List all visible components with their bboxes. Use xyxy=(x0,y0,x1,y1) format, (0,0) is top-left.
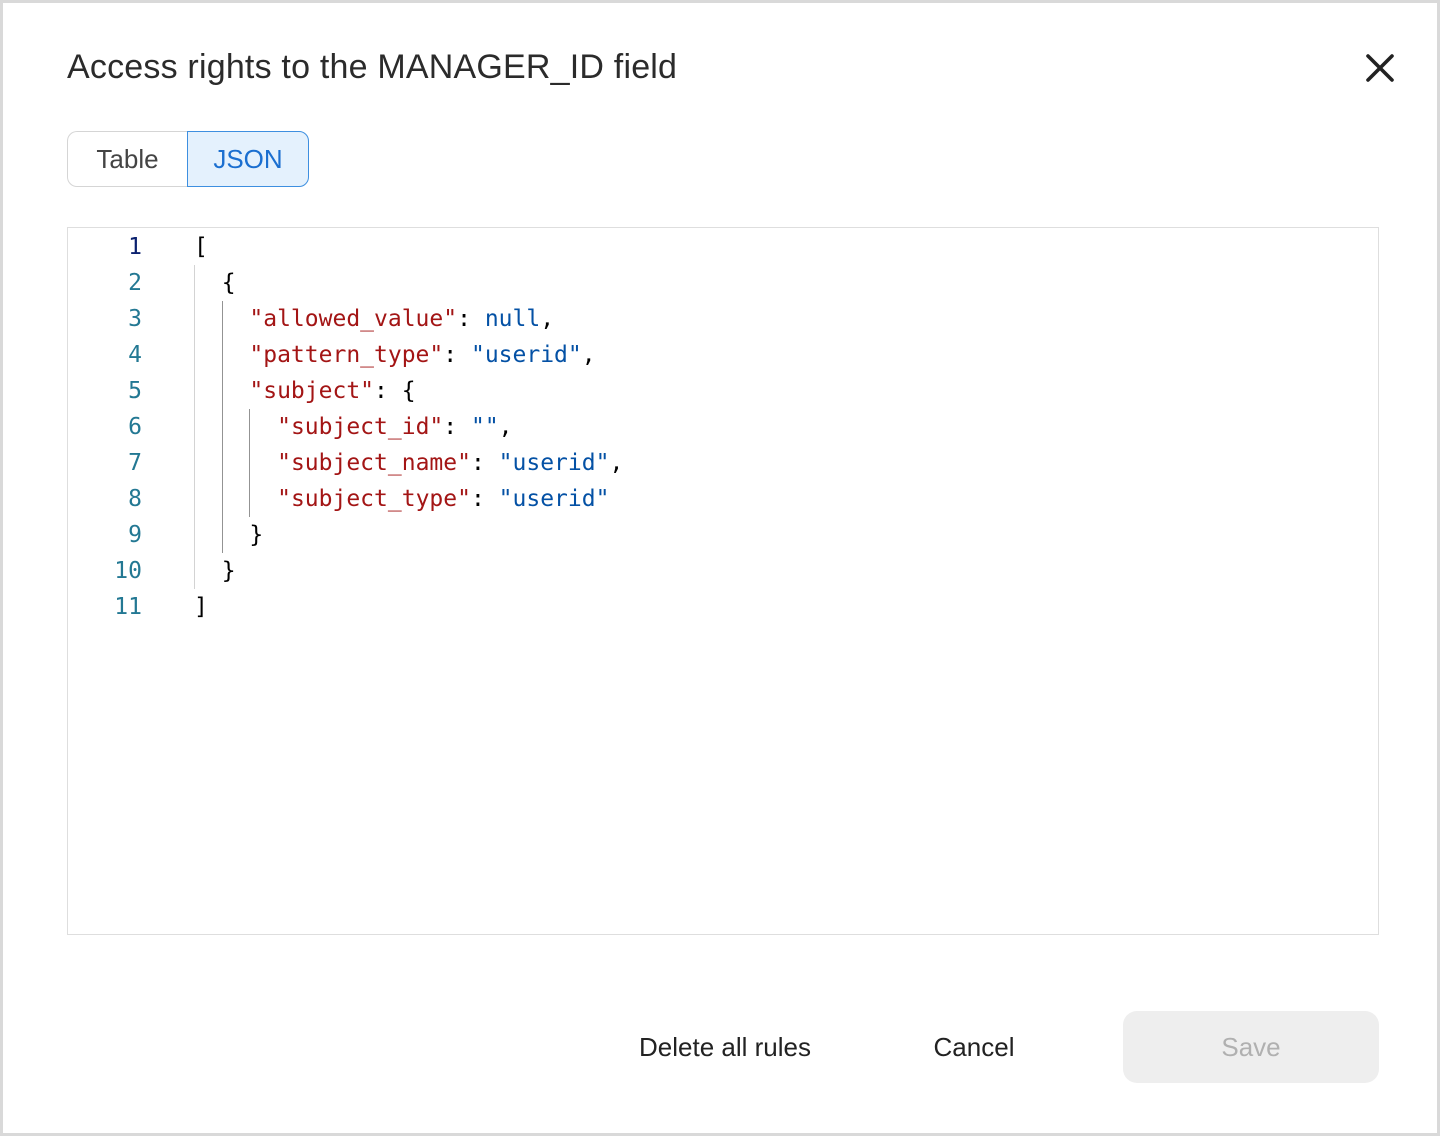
line-number: 8 xyxy=(128,486,142,512)
code-line: { xyxy=(194,265,236,301)
line-number: 9 xyxy=(128,522,142,548)
save-button[interactable]: Save xyxy=(1123,1011,1379,1083)
json-string: "userid" xyxy=(498,486,610,512)
json-punctuation: , xyxy=(498,414,513,440)
json-punctuation: : xyxy=(470,486,499,512)
indent-guide xyxy=(249,409,251,517)
json-punctuation xyxy=(194,414,277,440)
json-punctuation: : xyxy=(470,450,499,476)
code-line: "subject": { xyxy=(194,373,416,409)
delete-all-rules-button[interactable]: Delete all rules xyxy=(615,1011,835,1083)
indent-guide xyxy=(194,265,195,589)
code-line: "pattern_type": "userid", xyxy=(194,337,596,373)
json-punctuation: : xyxy=(457,306,485,332)
json-punctuation: [ xyxy=(194,234,208,260)
code-line: ] xyxy=(194,589,208,625)
json-punctuation: : { xyxy=(374,378,416,404)
code-line: "subject_id": "", xyxy=(194,409,513,445)
line-number: 1 xyxy=(128,234,142,260)
view-toggle: Table JSON xyxy=(67,131,309,187)
json-key: "allowed_value" xyxy=(249,306,458,332)
json-punctuation: ] xyxy=(194,594,208,620)
code-line: } xyxy=(194,517,263,553)
json-string: "userid" xyxy=(470,342,582,368)
code-line: "subject_type": "userid" xyxy=(194,481,609,517)
json-punctuation: } xyxy=(194,558,236,584)
json-string: "userid" xyxy=(498,450,610,476)
json-punctuation: : xyxy=(443,342,471,368)
line-number: 3 xyxy=(128,306,142,332)
json-punctuation xyxy=(194,450,277,476)
json-editor[interactable]: 1 2 3 4 5 6 7 8 9 10 11 [ { "allowed_value": null,… xyxy=(67,227,1379,935)
line-number: 6 xyxy=(128,414,142,440)
close-button[interactable] xyxy=(1359,47,1401,89)
line-number: 11 xyxy=(114,594,142,620)
tab-json[interactable]: JSON xyxy=(187,131,309,187)
line-number: 5 xyxy=(128,378,142,404)
dialog-title: Access rights to the MANAGER_ID field xyxy=(67,48,678,86)
json-punctuation: , xyxy=(540,306,555,332)
line-number: 4 xyxy=(128,342,142,368)
json-punctuation: { xyxy=(194,270,236,296)
line-number: 7 xyxy=(128,450,142,476)
json-key: "subject_id" xyxy=(277,414,444,440)
json-punctuation: : xyxy=(443,414,471,440)
code-line: [ xyxy=(194,229,208,265)
json-punctuation xyxy=(194,486,277,512)
cancel-button[interactable]: Cancel xyxy=(903,1011,1045,1083)
access-rights-dialog: Access rights to the MANAGER_ID field Ta… xyxy=(0,0,1440,1136)
json-punctuation: } xyxy=(194,522,264,548)
line-number: 2 xyxy=(128,270,142,296)
json-string: "" xyxy=(470,414,499,440)
line-number: 10 xyxy=(114,558,142,584)
json-key: "subject_type" xyxy=(277,486,471,512)
code-line: "allowed_value": null, xyxy=(194,301,554,337)
close-icon xyxy=(1366,54,1394,82)
code-line: } xyxy=(194,553,236,589)
json-key: "subject" xyxy=(249,378,375,404)
json-literal: null xyxy=(484,306,541,332)
indent-guide xyxy=(221,301,223,553)
tab-table[interactable]: Table xyxy=(67,131,187,187)
json-key: "subject_name" xyxy=(277,450,471,476)
json-punctuation: , xyxy=(581,342,596,368)
json-punctuation: , xyxy=(609,450,624,476)
json-key: "pattern_type" xyxy=(249,342,444,368)
code-line: "subject_name": "userid", xyxy=(194,445,623,481)
